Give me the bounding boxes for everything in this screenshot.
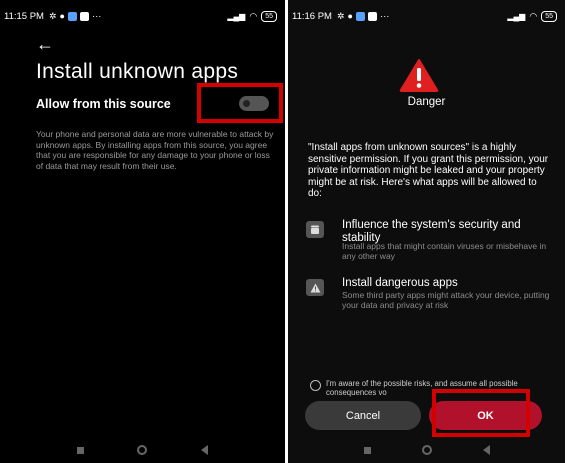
status-time: 11:16 PM xyxy=(292,10,332,22)
home-button[interactable] xyxy=(137,445,148,455)
system-icons: ▂▄▆ ◠ 55 xyxy=(227,10,277,22)
video-icon xyxy=(79,11,89,21)
status-bar: 11:16 PM ✲ ● ··· ▂▄▆ ◠ 55 xyxy=(292,8,557,24)
cancel-button[interactable]: Cancel xyxy=(305,401,421,430)
danger-icon xyxy=(399,59,439,92)
highlight-box-toggle xyxy=(197,83,283,123)
permission-warning: "Install apps from unknown sources" is a… xyxy=(308,142,549,199)
chat-icon: ● xyxy=(59,11,65,21)
more-notifications: ··· xyxy=(379,10,390,22)
highlight-box-ok xyxy=(432,389,530,437)
consent-radio[interactable] xyxy=(310,380,321,391)
back-arrow-icon[interactable]: ← xyxy=(36,34,54,55)
app-icon xyxy=(355,11,365,21)
android-icon xyxy=(306,221,324,238)
notification-icons: ✲ ● ··· xyxy=(49,11,101,22)
status-bar: 11:15 PM ✲ ● ··· ▂▄▆ ◠ 55 xyxy=(4,8,277,24)
item-subtitle: Some third party apps might attack your … xyxy=(342,290,550,310)
list-item: Influence the system's security and stab… xyxy=(306,219,556,264)
system-icons: ▂▄▆ ◠ 55 xyxy=(507,10,557,22)
fan-icon: ✲ xyxy=(48,10,57,21)
list-item: Install dangerous apps Some third party … xyxy=(306,277,556,317)
wifi-icon: ◠ xyxy=(249,10,258,21)
navigation-bar xyxy=(288,443,565,457)
navigation-bar xyxy=(0,443,285,457)
back-button[interactable] xyxy=(482,445,490,455)
wifi-icon: ◠ xyxy=(529,10,538,21)
item-title: Install dangerous apps xyxy=(342,277,458,289)
more-notifications: ··· xyxy=(91,10,102,22)
notification-icons: ✲ ● ··· xyxy=(337,11,389,22)
home-button[interactable] xyxy=(421,445,432,455)
danger-label: Danger xyxy=(407,96,446,108)
recents-button[interactable] xyxy=(363,446,371,454)
item-subtitle: Install apps that might contain viruses … xyxy=(342,241,547,261)
page-title: Install unknown apps xyxy=(36,60,239,83)
video-icon xyxy=(367,11,377,21)
signal-icon: ▂▄▆ xyxy=(507,11,526,21)
back-button[interactable] xyxy=(201,445,209,455)
app-icon xyxy=(67,11,77,21)
warning-description: Your phone and personal data are more vu… xyxy=(36,129,274,171)
status-time: 11:15 PM xyxy=(4,10,44,22)
signal-icon: ▂▄▆ xyxy=(227,11,246,21)
warning-icon xyxy=(306,279,324,296)
left-screen: 11:15 PM ✲ ● ··· ▂▄▆ ◠ 55 ← Install unkn… xyxy=(0,0,285,463)
fan-icon: ✲ xyxy=(336,10,345,21)
battery-icon: 55 xyxy=(261,10,277,22)
allow-source-label: Allow from this source xyxy=(36,97,171,111)
recents-button[interactable] xyxy=(76,446,84,454)
chat-icon: ● xyxy=(347,11,353,21)
right-screen: 11:16 PM ✲ ● ··· ▂▄▆ ◠ 55 Danger "Instal… xyxy=(288,0,565,463)
battery-icon: 55 xyxy=(541,10,557,22)
